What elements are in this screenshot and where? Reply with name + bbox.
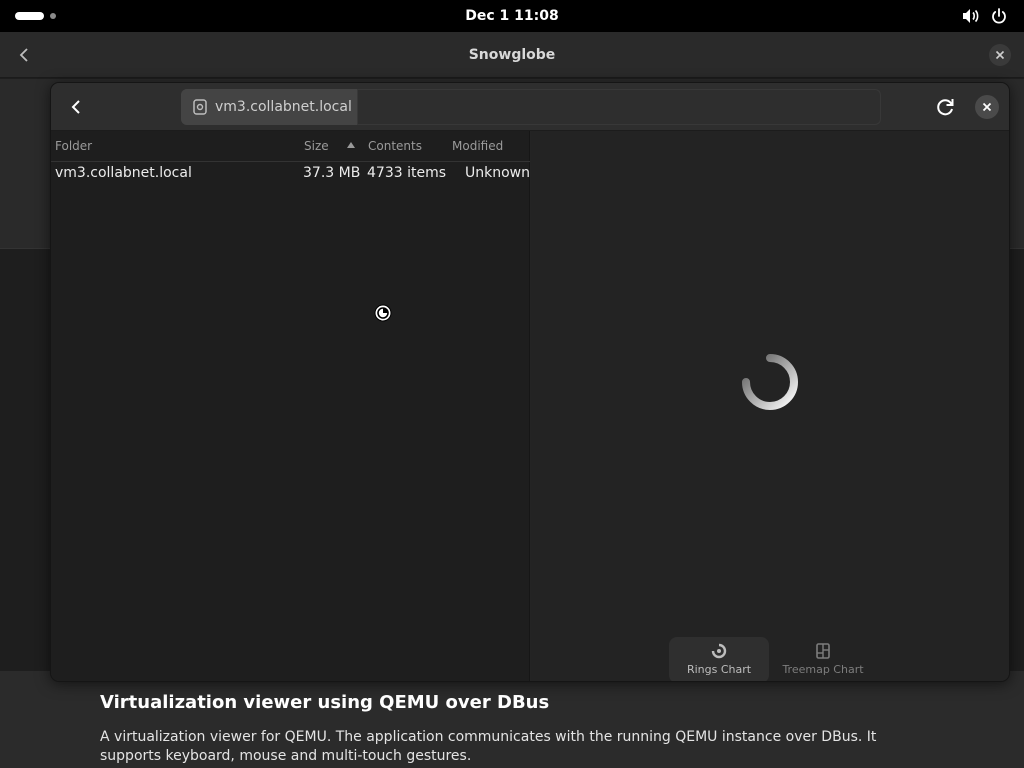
treemap-chart-label: Treemap Chart: [782, 663, 864, 676]
back-arrow-icon[interactable]: [14, 45, 34, 65]
app-description: A virtualization viewer for QEMU. The ap…: [100, 729, 877, 764]
loading-spinner-icon: [742, 354, 798, 410]
drive-icon: [193, 99, 207, 115]
workspace-indicator[interactable]: [50, 13, 56, 19]
column-header-size[interactable]: Size: [304, 139, 329, 153]
activities-button[interactable]: [15, 12, 44, 20]
busy-cursor-icon: [374, 304, 392, 322]
treemap-chart-icon: [816, 643, 830, 659]
row-folder: vm3.collabnet.local: [55, 165, 192, 181]
power-icon[interactable]: [990, 8, 1008, 24]
column-header-contents[interactable]: Contents: [368, 139, 422, 153]
sort-ascending-icon: [347, 142, 355, 148]
close-icon: [982, 102, 992, 112]
path-crumb[interactable]: vm3.collabnet.local: [181, 89, 357, 125]
rings-chart-button[interactable]: Rings Chart: [669, 637, 769, 681]
background-app-header: Snowglobe: [0, 32, 1024, 78]
clock[interactable]: Dec 1 11:08: [440, 0, 584, 32]
path-bar[interactable]: vm3.collabnet.local: [181, 89, 881, 125]
app-heading: Virtualization viewer using QEMU over DB…: [100, 692, 550, 713]
rings-chart-label: Rings Chart: [686, 663, 752, 676]
background-app-title: Snowglobe: [468, 47, 556, 63]
path-remainder[interactable]: [358, 90, 880, 124]
row-modified: Unknown: [465, 165, 530, 181]
top-bar: Dec 1 11:08: [0, 0, 1024, 32]
row-size: 37.3 MB: [303, 165, 361, 181]
path-crumb-label: vm3.collabnet.local: [215, 99, 352, 115]
chart-area: Rings Chart Treemap Chart: [531, 131, 1009, 681]
reload-icon[interactable]: [933, 95, 957, 119]
disk-usage-window: vm3.collabnet.local Folder Size Contents…: [50, 82, 1010, 682]
view-switcher: Rings Chart Treemap Chart: [669, 637, 873, 681]
back-arrow-icon: [71, 100, 80, 114]
close-button[interactable]: [975, 95, 999, 119]
column-header-modified[interactable]: Modified: [452, 139, 503, 153]
treemap-chart-button[interactable]: Treemap Chart: [773, 637, 873, 681]
folder-list: Folder Size Contents Modified vm3.collab…: [51, 131, 530, 681]
close-icon: [995, 50, 1005, 60]
background-close-button[interactable]: [989, 44, 1011, 66]
window-header: vm3.collabnet.local: [51, 83, 1009, 131]
column-header-folder[interactable]: Folder: [55, 139, 92, 153]
row-contents: 4733 items: [367, 165, 447, 181]
rings-chart-icon: [711, 643, 727, 659]
volume-icon[interactable]: [962, 8, 980, 24]
table-row[interactable]: vm3.collabnet.local 37.3 MB 4733 items U…: [51, 162, 530, 186]
back-button[interactable]: [61, 92, 91, 122]
